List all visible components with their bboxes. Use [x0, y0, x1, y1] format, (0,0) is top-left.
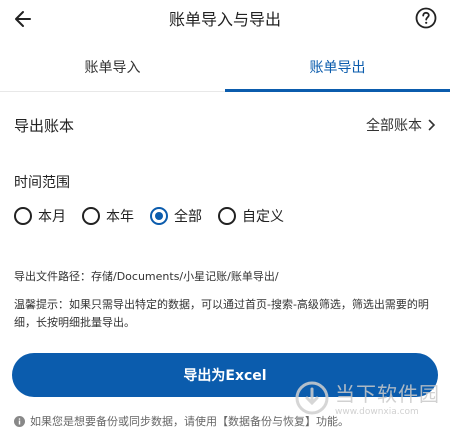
watermark: 当下软件园 www.downxia.com	[295, 378, 440, 417]
radio-label: 全部	[174, 209, 202, 225]
header: 账单导入与导出	[0, 0, 450, 38]
radio-circle-icon	[218, 207, 236, 225]
time-range-options: 本月 本年 全部 自定义	[14, 206, 284, 226]
watermark-logo-icon	[295, 381, 329, 414]
tab-bar: 账单导入 账单导出	[0, 48, 450, 92]
footnote: 如果您是想要备份或同步数据，请使用【数据备份与恢复】功能。	[14, 413, 349, 429]
tab-export[interactable]: 账单导出	[225, 48, 450, 92]
export-account-value: 全部账本	[366, 118, 422, 134]
radio-circle-icon	[82, 207, 100, 225]
watermark-text: 当下软件园 www.downxia.com	[335, 378, 440, 417]
tab-import[interactable]: 账单导入	[0, 48, 225, 91]
radio-label: 本年	[106, 209, 134, 225]
app: 账单导入与导出 账单导入 账单导出 导出账本 全部账本 时间范围 本月 本年 全…	[0, 0, 450, 435]
chevron-right-icon	[428, 119, 436, 131]
footnote-text: 如果您是想要备份或同步数据，请使用【数据备份与恢复】功能。	[30, 415, 349, 428]
help-circle-icon	[415, 7, 437, 29]
radio-all[interactable]: 全部	[150, 206, 202, 226]
radio-this-year[interactable]: 本年	[82, 206, 134, 226]
radio-label: 自定义	[242, 209, 284, 225]
time-range-label: 时间范围	[14, 175, 70, 191]
watermark-url: www.downxia.com	[335, 407, 419, 417]
page-title: 账单导入与导出	[168, 10, 281, 29]
info-icon	[14, 415, 25, 427]
help-button[interactable]	[412, 4, 440, 32]
export-account-value-wrap: 全部账本	[366, 115, 436, 135]
watermark-cn: 当下软件园	[335, 382, 440, 406]
radio-label: 本月	[38, 209, 66, 225]
tip-text: 温馨提示：如果只需导出特定的数据，可以通过首页-搜索-高级筛选，筛选出需要的明细…	[14, 298, 429, 329]
radio-checked-icon	[150, 207, 168, 225]
export-account-label: 导出账本	[14, 116, 75, 135]
radio-custom[interactable]: 自定义	[218, 206, 284, 226]
radio-circle-icon	[14, 207, 32, 225]
export-account-row[interactable]: 导出账本 全部账本	[0, 108, 450, 142]
radio-this-month[interactable]: 本月	[14, 206, 66, 226]
export-path-text: 导出文件路径：存储/Documents/小星记账/账单导出/	[14, 270, 279, 283]
